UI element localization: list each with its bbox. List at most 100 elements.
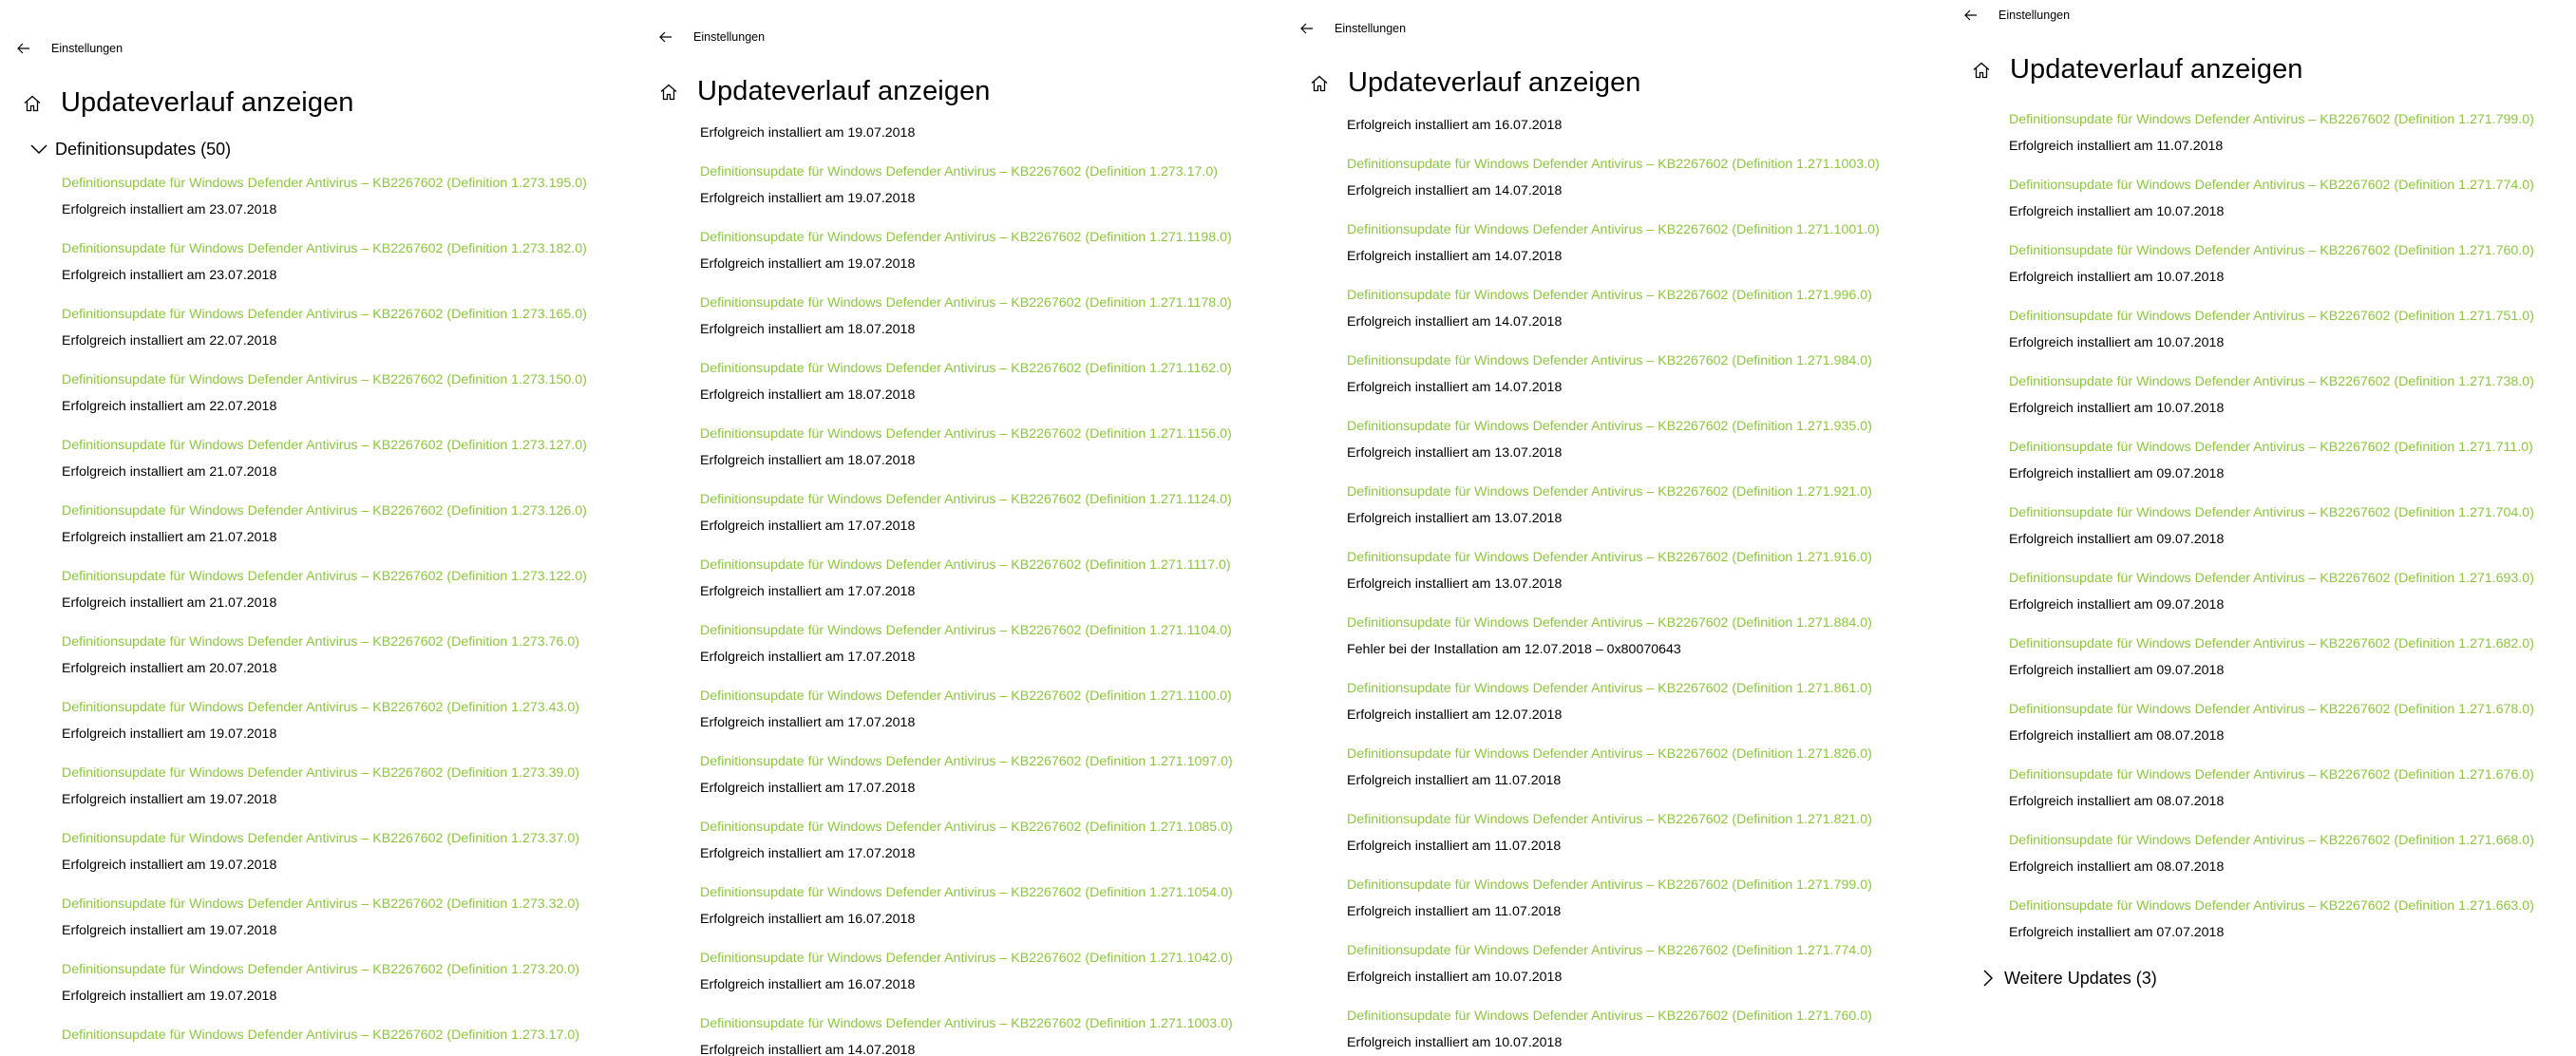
- update-link[interactable]: Definitionsupdate für Windows Defender A…: [1347, 1008, 1872, 1025]
- update-link[interactable]: Definitionsupdate für Windows Defender A…: [2009, 242, 2534, 259]
- update-link[interactable]: Definitionsupdate für Windows Defender A…: [62, 371, 587, 388]
- update-link[interactable]: Definitionsupdate für Windows Defender A…: [62, 502, 587, 519]
- update-entry: Definitionsupdate für Windows Defender A…: [2009, 439, 2533, 482]
- definition-updates-group[interactable]: Definitionsupdates (50): [28, 139, 231, 160]
- update-link[interactable]: Definitionsupdate für Windows Defender A…: [62, 1027, 579, 1044]
- update-link[interactable]: Definitionsupdate für Windows Defender A…: [700, 1015, 1233, 1032]
- back-arrow-icon[interactable]: [655, 27, 676, 47]
- home-icon[interactable]: [1970, 59, 1993, 82]
- home-icon[interactable]: [21, 92, 44, 115]
- update-link[interactable]: Definitionsupdate für Windows Defender A…: [700, 688, 1232, 705]
- update-link[interactable]: Definitionsupdate für Windows Defender A…: [62, 240, 587, 257]
- update-link[interactable]: Definitionsupdate für Windows Defender A…: [1347, 614, 1872, 632]
- update-link[interactable]: Definitionsupdate für Windows Defender A…: [2009, 635, 2534, 652]
- update-entry: Definitionsupdate für Windows Defender A…: [700, 622, 1232, 666]
- update-link[interactable]: Definitionsupdate für Windows Defender A…: [62, 896, 579, 913]
- update-entry: Definitionsupdate für Windows Defender A…: [62, 568, 587, 612]
- update-link[interactable]: Definitionsupdate für Windows Defender A…: [62, 830, 579, 847]
- update-link[interactable]: Definitionsupdate für Windows Defender A…: [62, 437, 587, 454]
- update-link[interactable]: Definitionsupdate für Windows Defender A…: [700, 950, 1233, 967]
- update-link[interactable]: Definitionsupdate für Windows Defender A…: [1347, 811, 1872, 828]
- install-status: Erfolgreich installiert am 19.07.2018: [62, 726, 277, 742]
- update-link[interactable]: Definitionsupdate für Windows Defender A…: [700, 229, 1232, 246]
- update-link[interactable]: Definitionsupdate für Windows Defender A…: [2009, 701, 2534, 718]
- app-name: Einstellungen: [1335, 22, 1407, 35]
- install-status: Erfolgreich installiert am 11.07.2018: [1347, 773, 1562, 788]
- update-link[interactable]: Definitionsupdate für Windows Defender A…: [62, 633, 579, 651]
- update-entry: Definitionsupdate für Windows Defender A…: [1347, 156, 1880, 199]
- settings-window-2: Einstellungen Updateverlauf anzeigen Erf…: [636, 0, 1284, 1056]
- update-link[interactable]: Definitionsupdate für Windows Defender A…: [1347, 483, 1872, 500]
- back-arrow-icon[interactable]: [1960, 5, 1981, 26]
- install-status: Erfolgreich installiert am 17.07.2018: [700, 715, 916, 730]
- update-link[interactable]: Definitionsupdate für Windows Defender A…: [1347, 680, 1872, 697]
- update-link[interactable]: Definitionsupdate für Windows Defender A…: [700, 622, 1232, 639]
- update-link[interactable]: Definitionsupdate für Windows Defender A…: [2009, 439, 2533, 456]
- back-arrow-icon[interactable]: [13, 38, 34, 59]
- update-link[interactable]: Definitionsupdate für Windows Defender A…: [700, 163, 1218, 180]
- install-status: Erfolgreich installiert am 09.07.2018: [2009, 597, 2225, 613]
- install-status: Erfolgreich installiert am 10.07.2018: [2009, 401, 2225, 416]
- update-link[interactable]: Definitionsupdate für Windows Defender A…: [2009, 373, 2534, 390]
- update-link[interactable]: Definitionsupdate für Windows Defender A…: [2009, 570, 2534, 587]
- update-link[interactable]: Definitionsupdate für Windows Defender A…: [700, 884, 1233, 901]
- update-link[interactable]: Definitionsupdate für Windows Defender A…: [2009, 897, 2534, 915]
- home-icon[interactable]: [657, 81, 680, 104]
- update-link[interactable]: Definitionsupdate für Windows Defender A…: [2009, 766, 2534, 783]
- install-status: Erfolgreich installiert am 08.07.2018: [2009, 794, 2225, 809]
- update-link[interactable]: Definitionsupdate für Windows Defender A…: [1347, 287, 1872, 304]
- more-updates-group[interactable]: Weitere Updates (3): [1978, 968, 2157, 989]
- update-link[interactable]: Definitionsupdate für Windows Defender A…: [1347, 877, 1872, 894]
- update-entry: Definitionsupdate für Windows Defender A…: [1347, 942, 1872, 986]
- update-link[interactable]: Definitionsupdate für Windows Defender A…: [1347, 942, 1872, 959]
- install-status: Erfolgreich installiert am 22.07.2018: [62, 399, 277, 414]
- update-entry: Definitionsupdate für Windows Defender A…: [700, 163, 1218, 207]
- update-entry: Definitionsupdate für Windows Defender A…: [2009, 832, 2534, 876]
- update-link[interactable]: Definitionsupdate für Windows Defender A…: [1347, 549, 1872, 566]
- update-link[interactable]: Definitionsupdate für Windows Defender A…: [62, 961, 579, 978]
- update-entry: Definitionsupdate für Windows Defender A…: [1347, 549, 1872, 593]
- install-status: Erfolgreich installiert am 11.07.2018: [1347, 839, 1562, 854]
- update-link[interactable]: Definitionsupdate für Windows Defender A…: [2009, 504, 2534, 521]
- update-link[interactable]: Definitionsupdate für Windows Defender A…: [1347, 221, 1880, 238]
- update-link[interactable]: Definitionsupdate für Windows Defender A…: [1347, 156, 1880, 173]
- status-text: Erfolgreich installiert am 19.07.2018: [700, 125, 916, 141]
- section-label: Definitionsupdates (50): [55, 139, 232, 159]
- install-status: Erfolgreich installiert am 14.07.2018: [1347, 249, 1563, 264]
- back-arrow-icon[interactable]: [1297, 18, 1317, 39]
- update-link[interactable]: Definitionsupdate für Windows Defender A…: [700, 753, 1233, 770]
- install-status: Erfolgreich installiert am 18.07.2018: [700, 387, 916, 403]
- update-link[interactable]: Definitionsupdate für Windows Defender A…: [62, 568, 587, 585]
- update-link[interactable]: Definitionsupdate für Windows Defender A…: [62, 699, 579, 716]
- update-entry: Definitionsupdate für Windows Defender A…: [2009, 635, 2534, 679]
- update-link[interactable]: Definitionsupdate für Windows Defender A…: [62, 175, 587, 192]
- install-status: Erfolgreich installiert am 13.07.2018: [1347, 445, 1563, 461]
- update-entry: Definitionsupdate für Windows Defender A…: [62, 502, 587, 546]
- update-link[interactable]: Definitionsupdate für Windows Defender A…: [700, 360, 1232, 377]
- update-link[interactable]: Definitionsupdate für Windows Defender A…: [2009, 832, 2534, 849]
- update-link[interactable]: Definitionsupdate für Windows Defender A…: [700, 425, 1232, 443]
- install-status: Erfolgreich installiert am 10.07.2018: [2009, 204, 2225, 219]
- install-status: Erfolgreich installiert am 10.07.2018: [1347, 970, 1563, 985]
- update-link[interactable]: Definitionsupdate für Windows Defender A…: [700, 819, 1233, 836]
- update-link[interactable]: Definitionsupdate für Windows Defender A…: [2009, 111, 2534, 128]
- status-text: Erfolgreich installiert am 16.07.2018: [1347, 118, 1563, 133]
- update-link[interactable]: Definitionsupdate für Windows Defender A…: [62, 764, 579, 782]
- settings-window-1: Einstellungen Updateverlauf anzeigen Def…: [0, 0, 636, 1056]
- update-entry: Definitionsupdate für Windows Defender A…: [2009, 504, 2534, 548]
- title-bar: Einstellungen: [1960, 5, 2070, 26]
- install-status: Erfolgreich installiert am 23.07.2018: [62, 202, 277, 217]
- update-link[interactable]: Definitionsupdate für Windows Defender A…: [700, 556, 1231, 574]
- update-link[interactable]: Definitionsupdate für Windows Defender A…: [700, 294, 1232, 311]
- update-link[interactable]: Definitionsupdate für Windows Defender A…: [2009, 177, 2534, 194]
- home-icon[interactable]: [1308, 72, 1331, 95]
- update-link[interactable]: Definitionsupdate für Windows Defender A…: [62, 306, 587, 323]
- update-link[interactable]: Definitionsupdate für Windows Defender A…: [700, 491, 1232, 508]
- update-link[interactable]: Definitionsupdate für Windows Defender A…: [2009, 308, 2534, 325]
- update-link[interactable]: Definitionsupdate für Windows Defender A…: [1347, 745, 1872, 763]
- update-entry: Definitionsupdate für Windows Defender A…: [700, 1015, 1233, 1056]
- update-link[interactable]: Definitionsupdate für Windows Defender A…: [1347, 352, 1872, 369]
- install-status: Erfolgreich installiert am 14.07.2018: [1347, 183, 1563, 198]
- install-status: Erfolgreich installiert am 19.07.2018: [62, 989, 277, 1004]
- update-link[interactable]: Definitionsupdate für Windows Defender A…: [1347, 418, 1872, 435]
